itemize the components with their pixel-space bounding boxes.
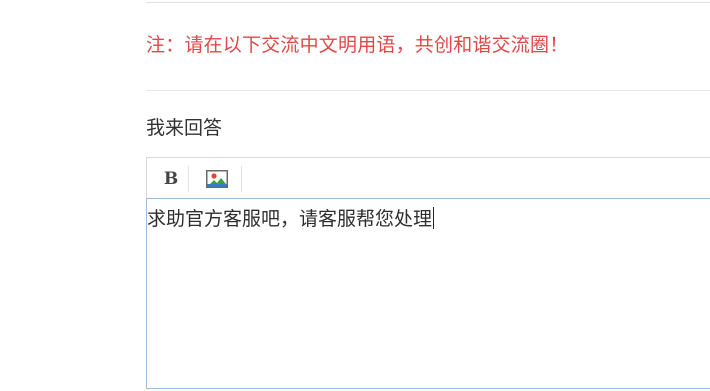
toolbar-separator xyxy=(188,166,189,192)
answer-page: 注：请在以下交流中文明用语，共创和谐交流圈！ 我来回答 B 求助官方客服吧，请客… xyxy=(0,0,710,391)
toolbar-separator xyxy=(241,166,242,192)
bold-button[interactable]: B xyxy=(153,164,189,194)
insert-image-button[interactable] xyxy=(201,164,233,194)
rich-text-editor: B 求助官方客服吧，请客服帮您处理 xyxy=(146,157,710,389)
section-divider xyxy=(146,90,710,91)
editor-toolbar: B xyxy=(147,158,710,198)
answer-text: 求助官方客服吧，请客服帮您处理 xyxy=(147,204,435,231)
text-caret xyxy=(433,207,435,229)
answer-text-value: 求助官方客服吧，请客服帮您处理 xyxy=(147,208,433,230)
bold-icon: B xyxy=(163,169,179,189)
top-divider xyxy=(146,2,710,3)
answer-heading: 我来回答 xyxy=(146,117,223,139)
answer-textarea[interactable]: 求助官方客服吧，请客服帮您处理 xyxy=(146,198,710,389)
image-icon xyxy=(206,170,228,188)
civility-notice: 注：请在以下交流中文明用语，共创和谐交流圈！ xyxy=(146,34,569,56)
